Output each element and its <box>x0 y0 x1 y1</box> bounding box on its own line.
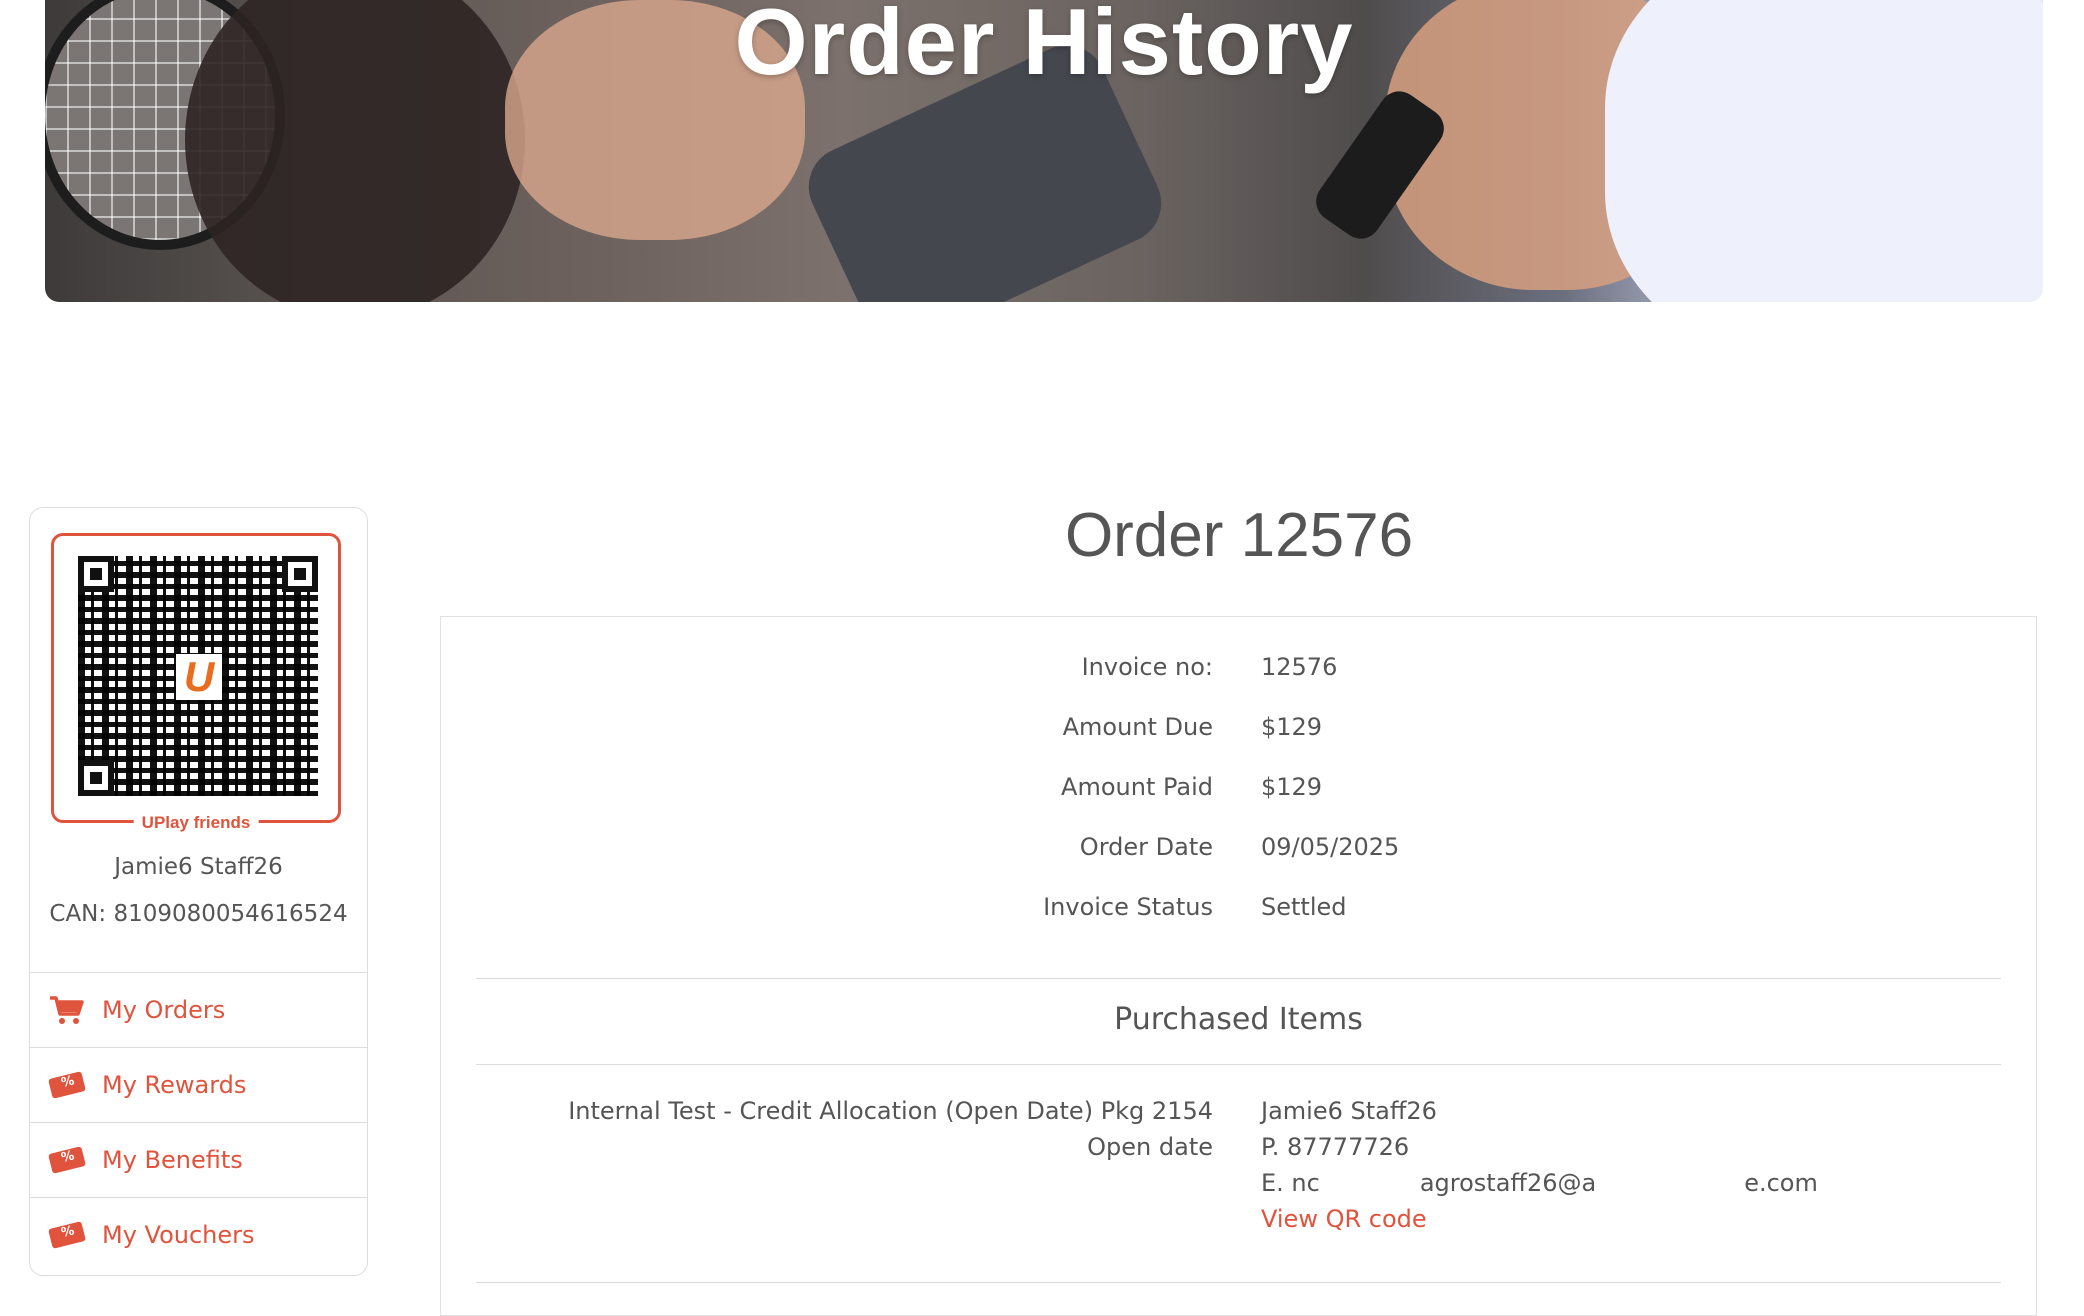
detail-row-invoice-no: Invoice no: 12576 <box>441 653 2036 713</box>
cart-icon <box>48 994 86 1026</box>
email-part: agrostaff26@a <box>1419 1169 1597 1197</box>
order-details-card: Invoice no: 12576 Amount Due $129 Amount… <box>440 616 2037 1316</box>
uplay-logo-icon: U <box>176 653 222 700</box>
detail-value: Settled <box>1261 893 1347 921</box>
account-sidebar: U UPlay friends Jamie6 Staff26 CAN: 8109… <box>29 507 368 1276</box>
detail-value: 09/05/2025 <box>1261 833 1400 861</box>
item-description-block: Internal Test - Credit Allocation (Open … <box>568 1093 1213 1165</box>
qr-caption: UPlay friends <box>133 813 259 833</box>
detail-row-invoice-status: Invoice Status Settled <box>441 893 2036 953</box>
detail-value: 12576 <box>1261 653 1338 681</box>
account-nav: My Orders My Rewards My Benefits My Vouc… <box>30 972 367 1272</box>
nav-item-my-rewards[interactable]: My Rewards <box>30 1047 367 1122</box>
member-name: Jamie6 Staff26 <box>114 854 283 880</box>
holder-email: E. nc agrostaff26@a e.com <box>1261 1165 1818 1201</box>
detail-label: Invoice no: <box>1081 653 1213 681</box>
detail-label: Amount Paid <box>1061 773 1213 801</box>
purchased-items-heading: Purchased Items <box>1114 1002 1363 1037</box>
detail-value: $129 <box>1261 713 1323 741</box>
holder-name: Jamie6 Staff26 <box>1261 1097 1437 1125</box>
nav-label: My Benefits <box>102 1146 243 1174</box>
email-part: E. nc <box>1261 1169 1320 1197</box>
qr-finder-pattern <box>282 556 318 592</box>
qr-finder-pattern <box>78 556 114 592</box>
order-details: Invoice no: 12576 Amount Due $129 Amount… <box>441 653 2036 953</box>
nav-item-my-vouchers[interactable]: My Vouchers <box>30 1197 367 1272</box>
nav-item-my-orders[interactable]: My Orders <box>30 972 367 1047</box>
email-part: e.com <box>1744 1169 1818 1197</box>
holder-phone: P. 87777726 <box>1261 1133 1410 1161</box>
divider <box>476 1064 2001 1065</box>
nav-item-my-benefits[interactable]: My Benefits <box>30 1122 367 1197</box>
item-date-note: Open date <box>1087 1133 1213 1161</box>
nav-label: My Vouchers <box>102 1221 255 1249</box>
member-qr-code: U <box>78 556 318 796</box>
item-description: Internal Test - Credit Allocation (Open … <box>568 1097 1213 1125</box>
redacted-area <box>1596 1169 1745 1199</box>
nav-label: My Orders <box>102 996 226 1024</box>
member-can: CAN: 8109080054616524 <box>49 901 348 927</box>
detail-label: Amount Due <box>1062 713 1213 741</box>
divider <box>476 1282 2001 1283</box>
page-title: Order History <box>734 0 1354 94</box>
order-title: Order 12576 <box>1064 501 1414 570</box>
qr-finder-pattern <box>78 760 114 796</box>
detail-label: Order Date <box>1079 833 1213 861</box>
detail-row-order-date: Order Date 09/05/2025 <box>441 833 2036 893</box>
divider <box>476 978 2001 979</box>
item-holder-block: Jamie6 Staff26 P. 87777726 E. nc agrostaf… <box>1261 1093 1818 1237</box>
detail-row-amount-paid: Amount Paid $129 <box>441 773 2036 833</box>
member-qr-card: U UPlay friends <box>51 533 341 833</box>
hero-banner: Order History <box>45 0 2043 302</box>
detail-row-amount-due: Amount Due $129 <box>441 713 2036 773</box>
ticket-icon <box>48 1069 86 1101</box>
ticket-icon <box>48 1219 86 1251</box>
view-qr-code-link[interactable]: View QR code <box>1261 1201 1818 1237</box>
ticket-icon <box>48 1144 86 1176</box>
detail-label: Invoice Status <box>1043 893 1213 921</box>
detail-value: $129 <box>1261 773 1323 801</box>
redacted-area <box>1319 1169 1420 1199</box>
nav-label: My Rewards <box>102 1071 247 1099</box>
